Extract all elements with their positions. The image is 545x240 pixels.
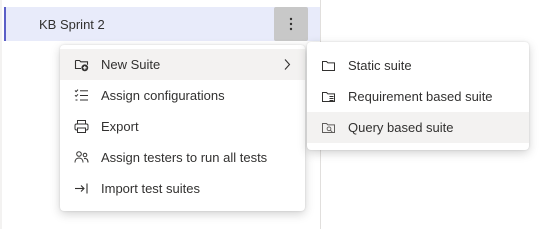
import-arrow-icon	[75, 183, 88, 194]
submenu-item-query-based-suite[interactable]: Query based suite	[307, 112, 529, 143]
menu-item-label: Assign configurations	[101, 88, 225, 103]
new-suite-icon	[74, 59, 89, 72]
requirement-folder-icon	[322, 92, 335, 102]
menu-item-label: Assign testers to run all tests	[101, 150, 268, 165]
submenu-item-label: Static suite	[348, 58, 412, 73]
more-vertical-icon	[289, 17, 293, 31]
tree-item-label: KB Sprint 2	[39, 17, 105, 32]
menu-item-label: Export	[101, 119, 139, 134]
chevron-right-icon	[284, 59, 291, 70]
new-suite-submenu: Static suite Requirement based suite Que…	[307, 42, 529, 150]
menu-item-new-suite[interactable]: New Suite	[60, 49, 305, 80]
people-icon	[74, 151, 89, 163]
menu-item-label: New Suite	[101, 57, 161, 72]
tree-item-selected[interactable]: KB Sprint 2	[4, 7, 320, 41]
submenu-item-label: Query based suite	[348, 120, 454, 135]
menu-item-assign-configurations[interactable]: Assign configurations	[60, 80, 305, 111]
folder-icon	[322, 61, 335, 71]
menu-item-import-test-suites[interactable]: Import test suites	[60, 173, 305, 204]
more-actions-button[interactable]	[274, 7, 308, 41]
menu-item-assign-testers[interactable]: Assign testers to run all tests	[60, 142, 305, 173]
context-menu: New Suite Assign configurations Export A…	[60, 45, 305, 211]
submenu-item-label: Requirement based suite	[348, 89, 493, 104]
menu-item-label: Import test suites	[101, 181, 200, 196]
query-folder-icon	[322, 123, 335, 133]
tree-panel-left-edge	[0, 0, 2, 229]
submenu-item-requirement-based-suite[interactable]: Requirement based suite	[307, 81, 529, 112]
menu-item-export[interactable]: Export	[60, 111, 305, 142]
printer-icon	[74, 120, 89, 133]
checklist-icon	[74, 89, 88, 101]
app-root: KB Sprint 2 New Suite Assign configurati…	[0, 0, 545, 229]
submenu-item-static-suite[interactable]: Static suite	[307, 50, 529, 81]
